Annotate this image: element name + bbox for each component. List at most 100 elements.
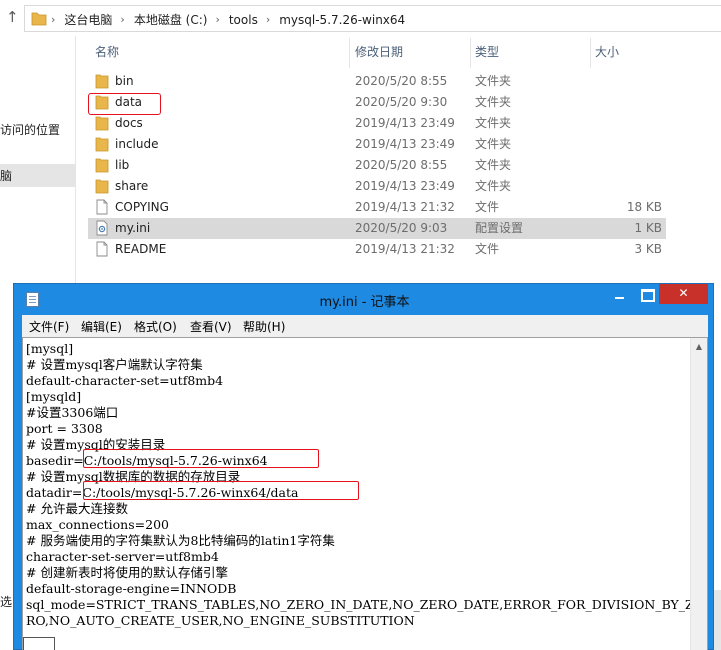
datadir-highlight	[83, 481, 359, 500]
file-type: 文件夹	[475, 116, 512, 130]
editor-line: RO,NO_AUTO_CREATE_USER,NO_ENGINE_SUBSTIT…	[26, 613, 415, 628]
file-type: 配置设置	[475, 221, 524, 235]
file-date: 2019/4/13 23:49	[355, 137, 455, 151]
folder-icon	[95, 116, 109, 131]
breadcrumb-this-pc[interactable]: 这台电脑	[64, 11, 112, 28]
column-name[interactable]: 名称	[80, 38, 350, 68]
editor-line: # 允许最大连接数	[26, 501, 128, 516]
file-type: 文件夹	[475, 74, 512, 88]
column-type[interactable]: 类型	[471, 38, 591, 68]
menu-bar: 文件(F) 编辑(E) 格式(O) 查看(V) 帮助(H)	[22, 315, 708, 337]
file-name: README	[115, 242, 167, 256]
menu-format[interactable]: 格式(O)	[134, 318, 177, 335]
editor-line: # 设置mysql客户端默认字符集	[26, 357, 203, 372]
folder-icon	[95, 74, 109, 89]
file-date: 2019/4/13 21:32	[355, 242, 455, 256]
file-name: docs	[115, 116, 143, 130]
editor-line: port = 3308	[26, 421, 103, 436]
file-date: 2019/4/13 21:32	[355, 200, 455, 214]
file-row[interactable]: README 2019/4/13 21:32 文件 3 KB	[88, 239, 666, 260]
address-row: ↑ › 这台电脑 › 本地磁盘 (C:) › tools › mysql-5.7…	[0, 0, 721, 36]
file-size: 3 KB	[634, 242, 662, 256]
breadcrumb-mysql[interactable]: mysql-5.7.26-winx64	[279, 13, 405, 27]
file-name: share	[115, 179, 149, 193]
menu-help[interactable]: 帮助(H)	[243, 318, 285, 335]
editor-line: # 创建新表时将使用的默认存储引擎	[26, 565, 228, 580]
file-date: 2020/5/20 9:03	[355, 221, 448, 235]
file-name: include	[115, 137, 159, 151]
file-size: 18 KB	[626, 200, 662, 214]
vertical-scrollbar[interactable]: ▲	[690, 338, 707, 650]
folder-icon	[95, 158, 109, 173]
scroll-up-icon[interactable]: ▲	[691, 338, 707, 355]
minimize-button[interactable]	[606, 284, 633, 304]
data-folder-highlight	[88, 93, 161, 115]
file-row[interactable]: bin 2020/5/20 8:55 文件夹	[88, 71, 666, 92]
editor-line: default-character-set=utf8mb4	[26, 373, 224, 388]
column-header: 名称 修改日期 类型 大小	[80, 38, 670, 68]
menu-file[interactable]: 文件(F)	[29, 318, 69, 335]
editor-line: # 服务端使用的字符集默认为8比特编码的latin1字符集	[26, 533, 335, 548]
chevron-right-icon[interactable]: ›	[215, 13, 219, 26]
nav-item-this-pc[interactable]: 脑	[0, 167, 12, 184]
editor-line: [mysql]	[26, 341, 74, 356]
column-date[interactable]: 修改日期	[350, 38, 471, 68]
chevron-right-icon[interactable]: ›	[266, 13, 270, 26]
file-date: 2020/5/20 8:55	[355, 158, 448, 172]
file-type: 文件夹	[475, 179, 512, 193]
editor-line: character-set-server=utf8mb4	[26, 549, 219, 564]
editor-line: #设置3306端口	[26, 405, 119, 420]
breadcrumb-tools[interactable]: tools	[229, 13, 258, 27]
close-icon: ✕	[678, 286, 689, 300]
folder-icon	[95, 179, 109, 194]
file-type: 文件夹	[475, 137, 512, 151]
file-row[interactable]: COPYING 2019/4/13 21:32 文件 18 KB	[88, 197, 666, 218]
file-icon	[96, 199, 108, 215]
scrollbar[interactable]	[713, 590, 721, 650]
file-date: 2020/5/20 8:55	[355, 74, 448, 88]
file-row[interactable]: include 2019/4/13 23:49 文件夹	[88, 134, 666, 155]
file-date: 2019/4/13 23:49	[355, 116, 455, 130]
file-row[interactable]: docs 2019/4/13 23:49 文件夹	[88, 113, 666, 134]
column-size[interactable]: 大小	[591, 38, 670, 68]
settings-file-icon	[96, 220, 108, 236]
menu-view[interactable]: 查看(V)	[190, 318, 232, 335]
address-bar[interactable]: › 这台电脑 › 本地磁盘 (C:) › tools › mysql-5.7.2…	[24, 5, 721, 32]
editor-line: default-storage-engine=INNODB	[26, 581, 237, 596]
folder-icon	[95, 137, 109, 152]
file-date: 2020/5/20 9:30	[355, 95, 448, 109]
basedir-highlight	[83, 449, 319, 468]
file-type: 文件夹	[475, 158, 512, 172]
editor-line: [mysqld]	[26, 389, 82, 404]
file-size: 1 KB	[634, 221, 662, 235]
up-arrow-icon[interactable]: ↑	[6, 9, 19, 25]
notepad-window: my.ini - 记事本 ✕ 文件(F) 编辑(E) 格式(O) 查看(V) 帮…	[13, 283, 714, 650]
file-type: 文件	[475, 242, 500, 256]
file-row[interactable]: my.ini 2020/5/20 9:03 配置设置 1 KB	[88, 218, 666, 239]
close-button[interactable]: ✕	[659, 284, 708, 304]
maximize-button[interactable]	[633, 284, 659, 304]
file-name: lib	[115, 158, 130, 172]
file-name: COPYING	[115, 200, 169, 214]
nav-item-recent[interactable]: 访问的位置	[0, 121, 60, 138]
notepad-titlebar[interactable]: my.ini - 记事本 ✕	[14, 284, 715, 315]
text-editor[interactable]: [mysql] # 设置mysql客户端默认字符集 default-characte…	[22, 337, 708, 650]
file-name: bin	[115, 74, 134, 88]
horizontal-scrollbar[interactable]	[23, 637, 55, 650]
menu-edit[interactable]: 编辑(E)	[81, 318, 122, 335]
folder-icon	[31, 12, 47, 26]
file-type: 文件	[475, 200, 500, 214]
chevron-right-icon[interactable]: ›	[120, 13, 124, 26]
breadcrumb: › 这台电脑 › 本地磁盘 (C:) › tools › mysql-5.7.2…	[51, 11, 405, 28]
file-row[interactable]: share 2019/4/13 23:49 文件夹	[88, 176, 666, 197]
file-date: 2019/4/13 23:49	[355, 179, 455, 193]
nav-item-bottom[interactable]: 选	[0, 593, 12, 610]
file-row[interactable]: lib 2020/5/20 8:55 文件夹	[88, 155, 666, 176]
file-row[interactable]: data 2020/5/20 9:30 文件夹	[88, 92, 666, 113]
editor-line: max_connections=200	[26, 517, 169, 532]
file-type: 文件夹	[475, 95, 512, 109]
editor-line: sql_mode=STRICT_TRANS_TABLES,NO_ZERO_IN_…	[26, 597, 703, 612]
breadcrumb-local-disk[interactable]: 本地磁盘 (C:)	[134, 11, 208, 28]
file-name: my.ini	[115, 221, 151, 235]
chevron-right-icon[interactable]: ›	[51, 13, 55, 26]
